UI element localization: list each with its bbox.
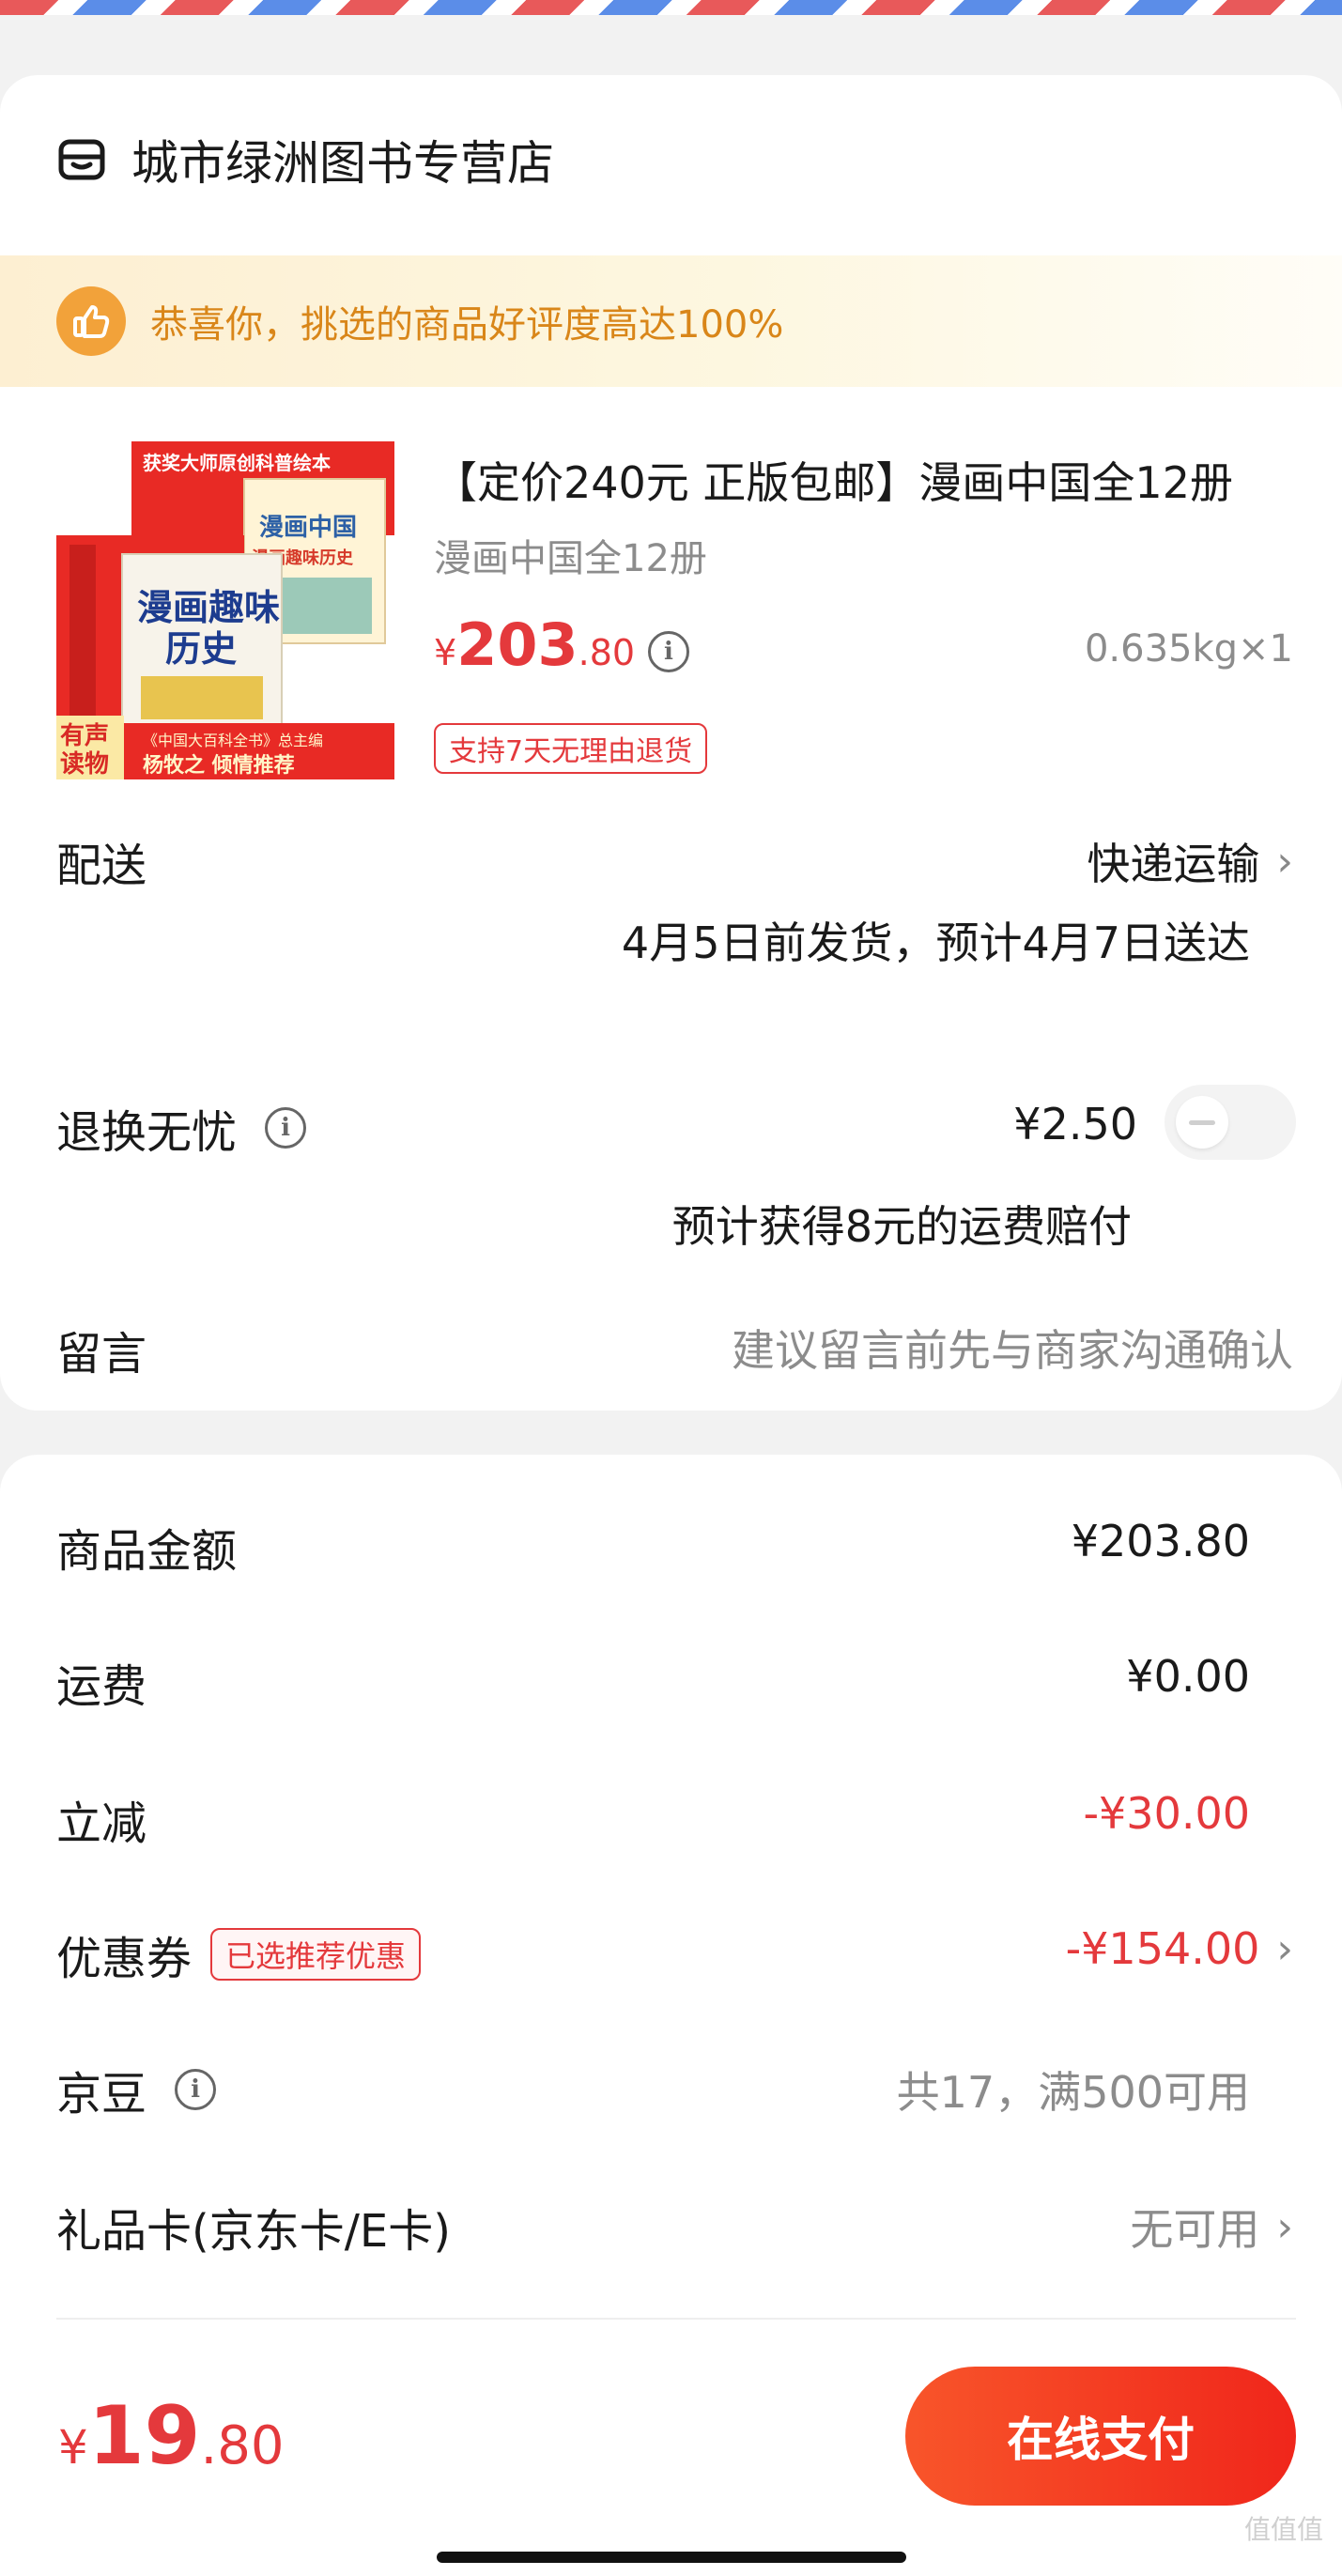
return-insurance-label: 退换无忧 i [56,1095,307,1161]
cover-book2-title: 漫画趣味 [137,587,280,628]
product-variant[interactable]: 漫画中国全12册 [434,528,707,582]
chevron-right-icon: › [1276,2202,1293,2251]
delivery-estimate: 4月5日前发货，预计4月7日送达 [621,918,1250,968]
total-currency: ¥ [58,2420,88,2475]
shipping-label: 运费 [56,1660,147,1713]
product-weight-quantity: 0.635kg×1 [1084,627,1293,671]
watermark: 值值值 [1243,2514,1323,2545]
return-insurance-label-text: 退换无忧 [56,1106,238,1159]
store-name: 城市绿洲图书专营店 [131,136,554,191]
info-icon[interactable]: i [265,1107,307,1149]
giftcard-selector[interactable]: 无可用 › [1130,2196,1293,2258]
delivery-method[interactable]: 快递运输 › [1087,830,1293,892]
discount-value: -¥30.00 [1083,1788,1250,1839]
toggle-knob [1176,1096,1228,1149]
jingdou-label: 京豆 [56,2068,147,2121]
pay-online-button[interactable]: 在线支付 [905,2367,1296,2506]
message-input[interactable]: 建议留言前先与商家沟通确认 [732,1317,1293,1379]
store-icon [58,139,105,180]
giftcard-value: 无可用 [1130,2204,1260,2255]
product-title[interactable]: 【定价240元 正版包邮】漫画中国全12册 [434,449,1298,511]
price-currency: ¥ [434,632,457,673]
cover-author: 杨牧之 倾情推荐 [143,753,295,778]
jingdou-row-label: 京豆 i [56,2057,217,2122]
return-insurance-price: ¥2.50 [1013,1099,1137,1149]
goods-amount-label: 商品金额 [56,1525,238,1578]
delivery-method-text: 快递运输 [1087,839,1260,889]
cover-ribbon-2: 读物 [60,750,109,779]
airmail-border [0,0,1342,30]
store-header[interactable]: 城市绿洲图书专营店 [56,113,554,207]
chevron-right-icon: › [1276,1924,1293,1973]
cover-top-text: 获奖大师原创科普绘本 [143,452,331,474]
cover-ribbon-1: 有声 [60,722,109,750]
total-price: ¥ 19 .80 [58,2389,285,2483]
total-decimal: .80 [200,2415,285,2476]
rating-banner: 恭喜你，挑选的商品好评度高达100% [0,255,1342,387]
total-integer: 19 [87,2389,201,2483]
coupon-badge: 已选推荐优惠 [210,1928,422,1981]
thumbs-up-icon [56,286,126,356]
goods-amount-value: ¥203.80 [1071,1516,1250,1566]
return-policy-tag: 支持7天无理由退货 [434,723,708,774]
product-cover-image[interactable]: 获奖大师原创科普绘本 漫画中国 漫画趣味历史 漫画趣味 历史 有声 读物 《中国… [56,441,394,779]
message-label: 留言 [56,1328,147,1381]
home-indicator[interactable] [437,2552,906,2563]
product-price: ¥ 203 .80 [434,610,635,679]
cover-author-line: 《中国大百科全书》总主编 [143,732,323,749]
price-integer: 203 [456,610,578,679]
coupon-selector[interactable]: -¥154.00 › [1066,1923,1293,1974]
price-decimal: .80 [578,632,636,673]
discount-label: 立减 [56,1797,147,1850]
jingdou-value: 共17，满500可用 [896,2067,1250,2118]
delivery-label: 配送 [56,840,147,892]
cover-book1-title: 漫画中国 [259,514,357,542]
chevron-right-icon: › [1276,837,1293,886]
shipping-value: ¥0.00 [1126,1651,1250,1702]
coupon-row-label: 优惠券 已选推荐优惠 [56,1921,422,1987]
return-insurance-note: 预计获得8元的运费赔付 [671,1201,1132,1252]
info-icon[interactable]: i [175,2069,217,2110]
rating-banner-text: 恭喜你，挑选的商品好评度高达100% [150,303,784,347]
return-insurance-toggle[interactable] [1165,1085,1296,1160]
price-info-icon[interactable]: i [648,631,689,672]
divider [56,2318,1296,2320]
giftcard-label: 礼品卡(京东卡/E卡) [56,2205,451,2258]
coupon-value: -¥154.00 [1065,1923,1260,1974]
cover-book2-title2: 历史 [165,628,237,670]
coupon-label: 优惠券 [56,1933,193,1985]
